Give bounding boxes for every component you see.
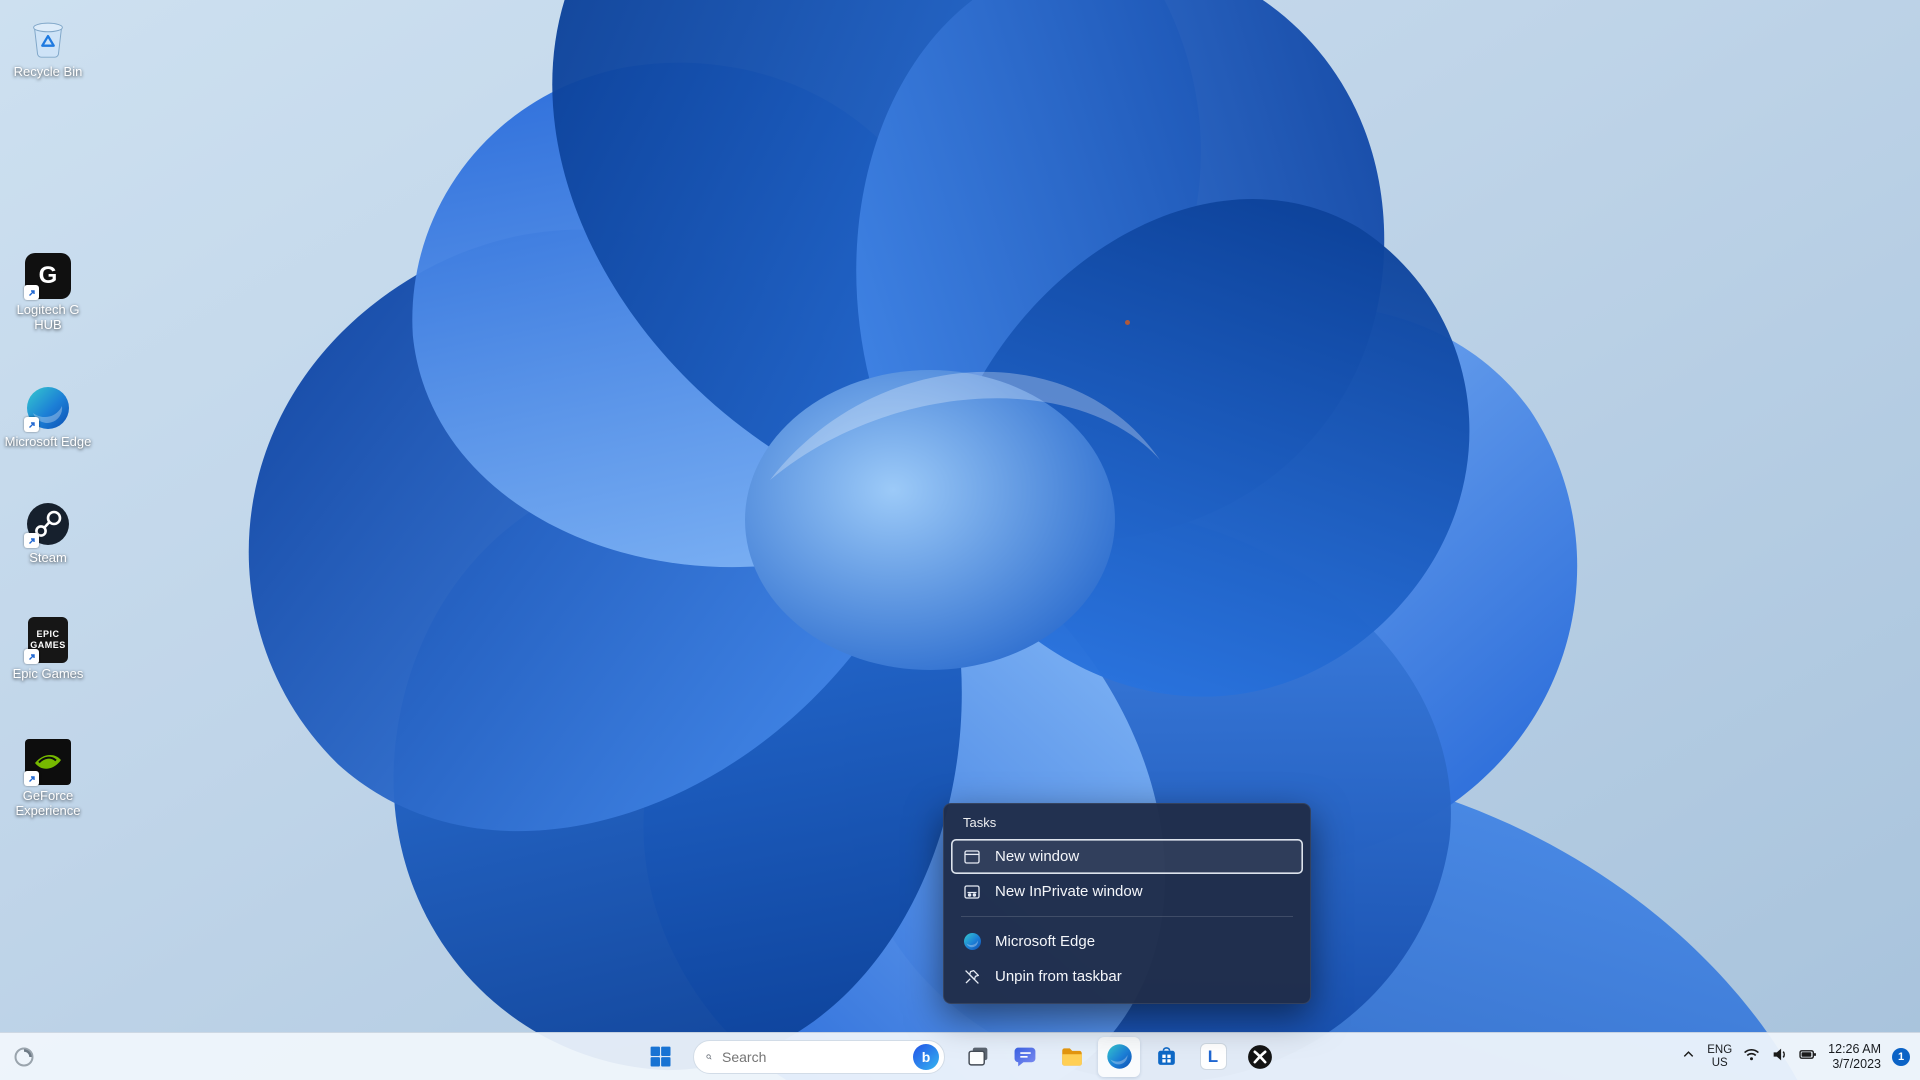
desktop-icon-label: Recycle Bin	[13, 64, 83, 79]
language-indicator[interactable]: ENG US	[1707, 1044, 1732, 1070]
desktop-icon-label: Microsoft Edge	[4, 434, 92, 449]
xbox-button[interactable]	[1239, 1037, 1281, 1077]
bing-glyph: b	[921, 1048, 931, 1065]
desktop-icon-recycle-bin[interactable]: Recycle Bin	[2, 14, 94, 80]
menu-separator	[961, 916, 1293, 917]
tray-chevron-up-icon[interactable]	[1681, 1047, 1696, 1067]
clock[interactable]: 12:26 AM 3/7/2023	[1828, 1042, 1881, 1072]
shortcut-arrow-icon	[24, 771, 39, 786]
cursor-dot	[1125, 320, 1130, 325]
battery-icon[interactable]	[1799, 1046, 1817, 1068]
taskbar: b	[0, 1032, 1920, 1080]
shortcut-arrow-icon	[24, 417, 39, 432]
desktop-icon-label: Epic Games	[12, 666, 84, 681]
geforce-experience-icon	[24, 738, 72, 786]
file-explorer-icon	[1062, 1047, 1082, 1066]
new-window-icon	[962, 847, 982, 867]
desktop-icon-epic-games[interactable]: EPIC GAMES Epic Games	[2, 616, 94, 682]
search-icon	[706, 1054, 712, 1059]
logitech-ghub-icon: G	[24, 252, 72, 300]
xbox-icon	[1248, 1044, 1272, 1069]
notification-count: 1	[1897, 1050, 1905, 1063]
logitech-glyph: G	[38, 262, 58, 289]
language-line1: ENG	[1707, 1043, 1733, 1056]
menu-group-header: Tasks	[963, 815, 997, 830]
recycle-bin-icon	[24, 14, 72, 62]
desktop-icon-label: Logitech G HUB	[16, 302, 80, 332]
epic-games-icon: EPIC GAMES	[24, 616, 72, 664]
microsoft-store-icon	[1157, 1047, 1175, 1065]
edge-taskbar-button[interactable]	[1098, 1036, 1140, 1077]
notification-badge[interactable]: 1	[1892, 1047, 1910, 1066]
l-app-icon: L	[1199, 1043, 1227, 1070]
desktop-icon-logitech-ghub[interactable]: G Logitech G HUB	[2, 252, 94, 333]
desktop-icon-steam[interactable]: Steam	[2, 500, 94, 566]
chat-button[interactable]	[1004, 1037, 1046, 1077]
taskbar-corner-icon[interactable]	[13, 1046, 35, 1073]
desktop-icon-label: Steam	[29, 550, 67, 565]
volume-icon[interactable]	[1771, 1046, 1788, 1068]
bing-search-icon[interactable]: b	[913, 1043, 939, 1070]
shortcut-arrow-icon	[24, 649, 39, 664]
clock-date: 3/7/2023	[1832, 1056, 1881, 1071]
l-app-glyph: L	[1207, 1046, 1219, 1066]
clock-time: 12:26 AM	[1828, 1041, 1881, 1056]
windows-logo-icon	[650, 1046, 670, 1067]
menu-item-unpin-from-taskbar[interactable]: Unpin from taskbar	[951, 959, 1303, 994]
shortcut-arrow-icon	[24, 533, 39, 548]
inprivate-window-icon	[962, 882, 982, 902]
desktop-icon-label: GeForce Experience	[15, 788, 81, 818]
unpin-icon	[962, 967, 982, 987]
epic-glyph-top: EPIC	[36, 629, 60, 640]
menu-item-label: Microsoft Edge	[995, 933, 1096, 950]
edge-icon	[24, 384, 72, 432]
edge-jumplist-menu: Tasks New window New InPrivate window Mi…	[943, 803, 1311, 1004]
menu-item-new-inprivate-window[interactable]: New InPrivate window	[951, 874, 1303, 909]
l-app-button[interactable]: L	[1192, 1037, 1234, 1077]
file-explorer-button[interactable]	[1051, 1037, 1093, 1077]
microsoft-store-button[interactable]	[1145, 1037, 1187, 1077]
edge-icon	[1106, 1044, 1132, 1069]
start-button[interactable]	[639, 1037, 681, 1077]
menu-item-label: New InPrivate window	[995, 883, 1143, 900]
desktop-icon-microsoft-edge[interactable]: Microsoft Edge	[2, 384, 94, 450]
menu-item-microsoft-edge[interactable]: Microsoft Edge	[951, 924, 1303, 959]
taskbar-search[interactable]: b	[693, 1039, 945, 1074]
shortcut-arrow-icon	[24, 285, 39, 300]
language-line2: US	[1711, 1056, 1728, 1069]
chat-icon	[1014, 1047, 1035, 1067]
taskbar-center-group: b	[639, 1033, 1281, 1080]
wifi-icon[interactable]	[1743, 1046, 1760, 1068]
task-view-button[interactable]	[957, 1037, 999, 1077]
menu-item-new-window[interactable]: New window	[951, 839, 1303, 874]
edge-icon	[962, 932, 982, 952]
menu-item-label: New window	[995, 848, 1080, 865]
steam-icon	[24, 500, 72, 548]
task-view-icon	[967, 1047, 987, 1066]
search-input[interactable]	[720, 1047, 905, 1066]
desktop-icon-geforce-experience[interactable]: GeForce Experience	[2, 738, 94, 819]
system-tray: ENG US 12:26 AM 3/7/2023 1	[1681, 1033, 1910, 1080]
menu-item-label: Unpin from taskbar	[995, 968, 1122, 985]
